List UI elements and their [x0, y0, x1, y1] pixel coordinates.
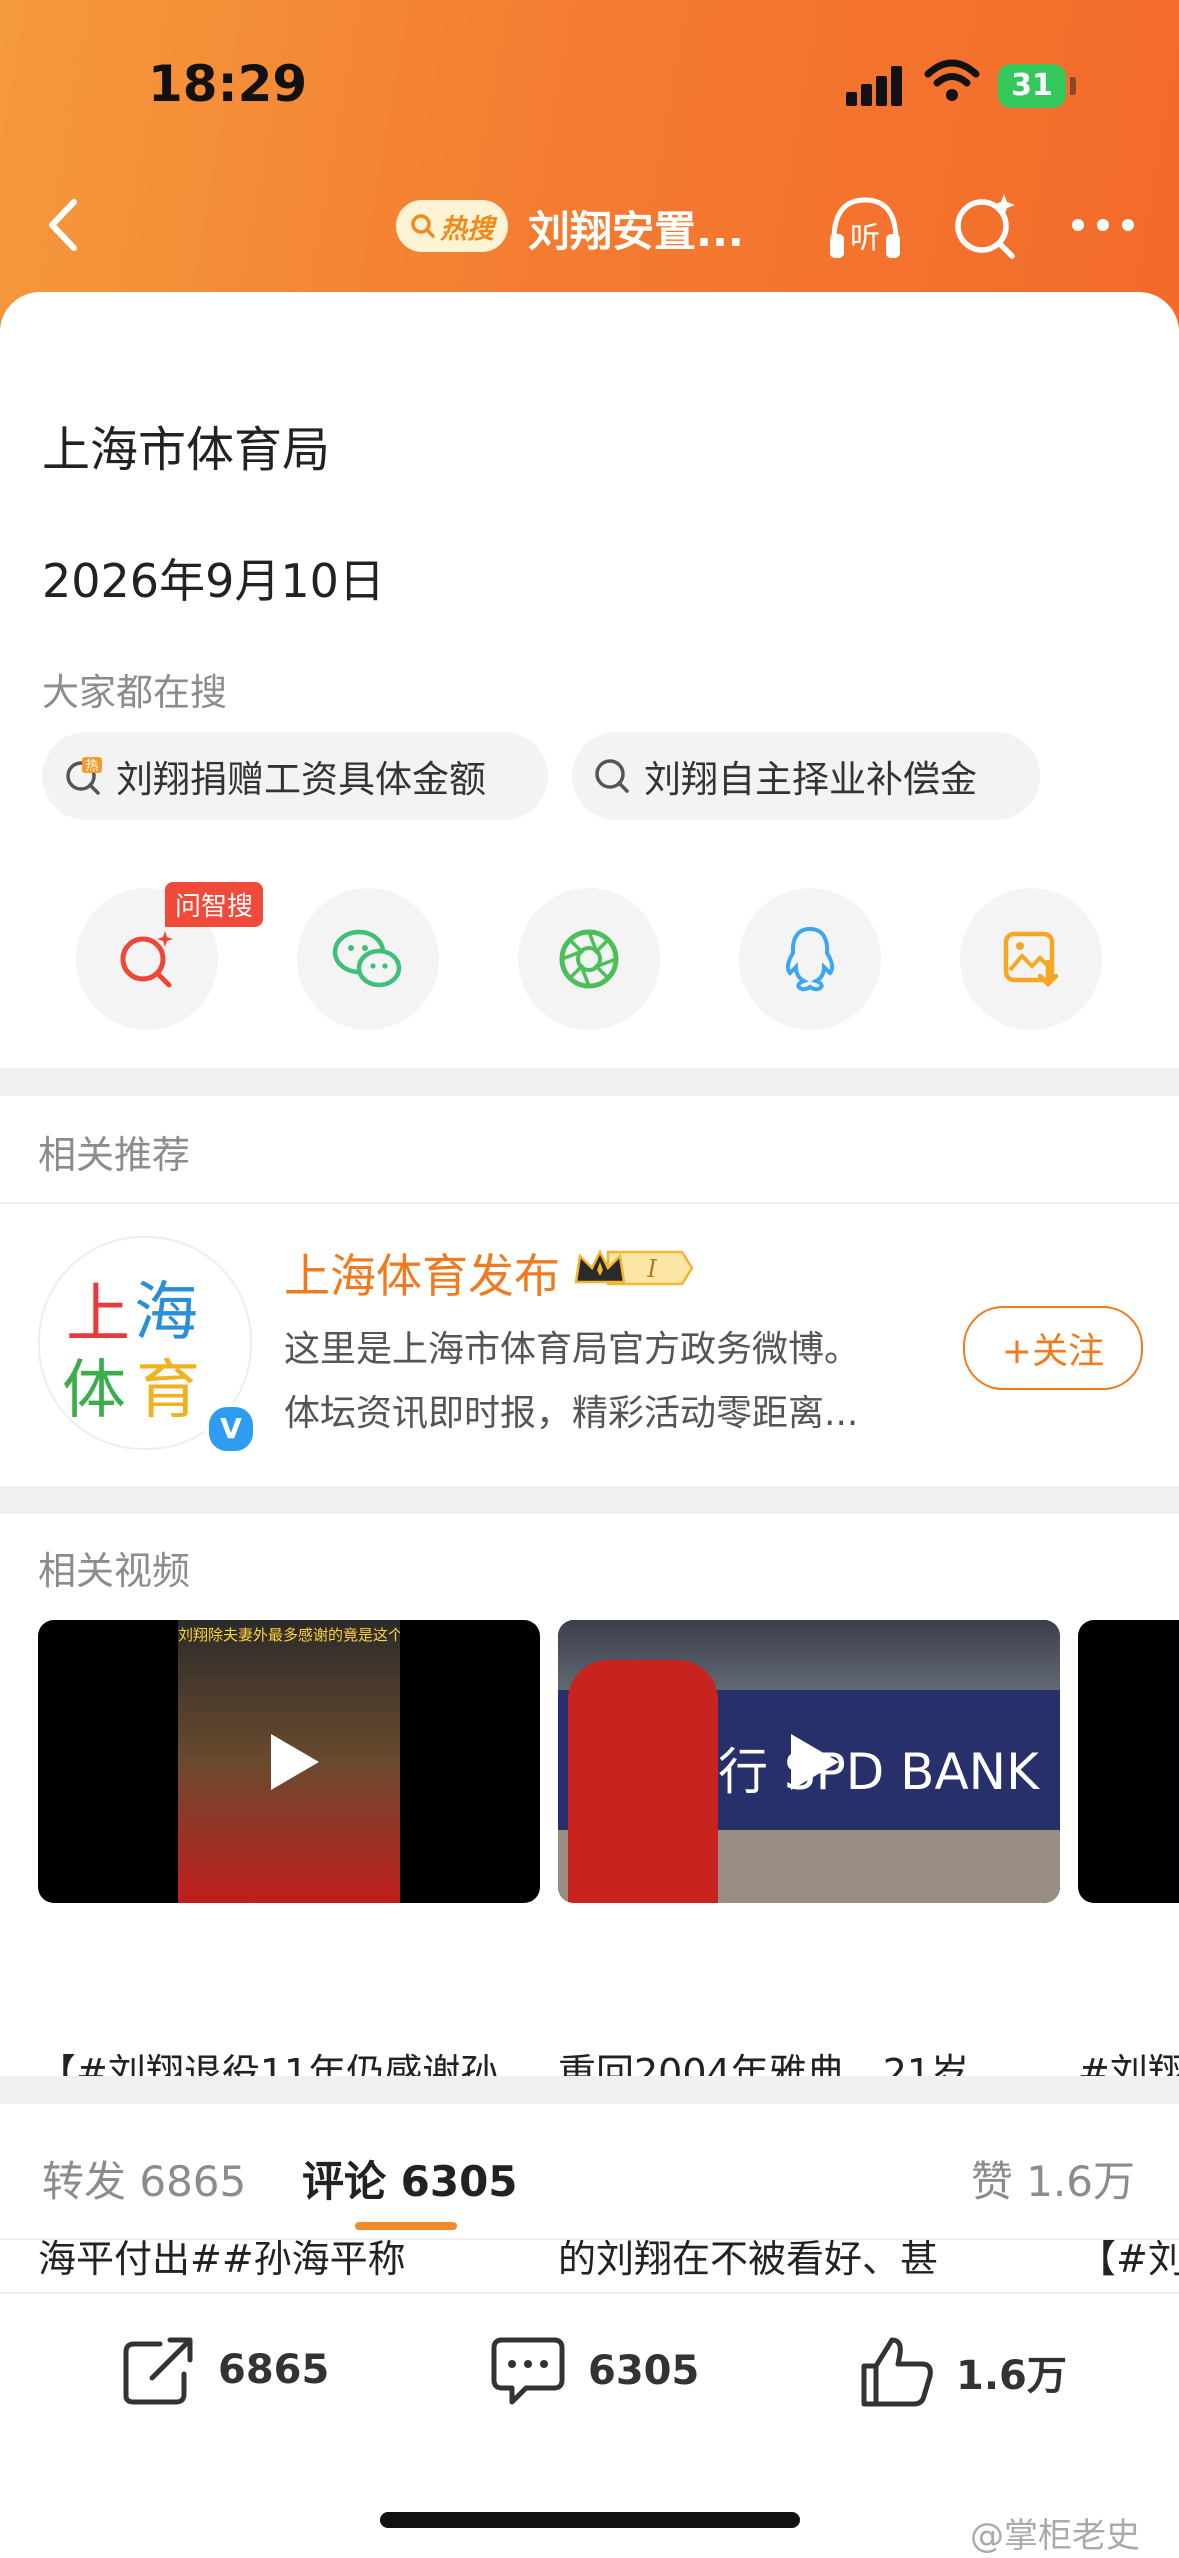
wechat-icon [332, 929, 402, 988]
moments-icon [559, 929, 619, 989]
divider-line [0, 1202, 1179, 1204]
wifi-icon [924, 59, 980, 101]
verified-badge: V [205, 1403, 257, 1455]
crown-level-icon: I [574, 1249, 694, 1286]
hot-search-badge[interactable]: 热搜 [396, 200, 508, 252]
repost-icon [123, 2337, 193, 2405]
tab-active-indicator [355, 2222, 457, 2230]
listen-icon[interactable]: 听 [822, 184, 908, 270]
follow-button[interactable]: +关注 [963, 1306, 1143, 1390]
hot-badge-label: 热搜 [440, 213, 494, 245]
svg-text:体: 体 [62, 1354, 126, 1428]
comment-icon [491, 2337, 565, 2405]
section-divider [0, 1068, 1179, 1096]
recommend-desc-line: 这里是上海市体育局官方政务微博。 [284, 1329, 861, 1370]
battery-tip [1070, 77, 1076, 95]
section-divider [0, 1486, 1179, 1514]
nav-title[interactable]: 刘翔安置... [528, 198, 744, 259]
battery-icon: 31 [998, 64, 1066, 108]
svg-text:听: 听 [850, 221, 880, 256]
recommend-desc-line: 体坛资讯即时报，精彩活动零距离... [284, 1393, 859, 1434]
recommend-description: 这里是上海市体育局官方政务微博。 体坛资讯即时报，精彩活动零距离... [284, 1318, 924, 1446]
tab-comment[interactable]: 评论 6305 [302, 2148, 518, 2209]
status-time: 18:29 [148, 55, 308, 113]
back-icon[interactable] [30, 190, 100, 260]
recommend-title: 相关推荐 [38, 1133, 191, 1177]
video-overlay-text: 刘翔除夫妻外最多感谢的竟是这个人 [178, 1626, 400, 1644]
home-indicator [380, 2512, 800, 2528]
svg-text:热: 热 [85, 759, 98, 774]
thumbs-up-icon [861, 2337, 933, 2407]
like-count: 1.6万 [956, 2353, 1067, 2399]
post-date: 2026年9月10日 [42, 554, 385, 608]
divider-line [0, 2238, 1179, 2240]
interaction-tabs: 转发 6865 评论 6305 赞 1.6万 [0, 2134, 1179, 2238]
more-icon[interactable] [1068, 210, 1138, 240]
hot-search-icon: 热 [66, 757, 102, 795]
watermark: @掌柜老史 [970, 2516, 1140, 2556]
ai-search-icon [120, 931, 173, 988]
like-button[interactable]: 1.6万 [858, 2334, 1067, 2410]
repost-count: 6865 [218, 2347, 330, 2393]
search-hint: 大家都在搜 [42, 671, 227, 714]
qq-icon [785, 926, 835, 992]
comment-count: 6305 [588, 2348, 700, 2394]
comment-button[interactable]: 6305 [488, 2334, 699, 2408]
search-icon [595, 759, 629, 793]
tab-repost[interactable]: 转发 6865 [42, 2148, 246, 2209]
tab-like[interactable]: 赞 1.6万 [971, 2148, 1135, 2209]
video-thumbnail-1[interactable]: 刘翔除夫妻外最多感谢的竟是这个人 [38, 1620, 540, 1903]
svg-text:上: 上 [66, 1278, 130, 1352]
svg-text:海: 海 [134, 1276, 198, 1350]
recommend-account-name[interactable]: 上海体育发布 [284, 1240, 560, 1306]
share-qq[interactable] [739, 888, 881, 1030]
search-icon [411, 214, 435, 238]
save-image-icon [1003, 931, 1059, 988]
play-icon [791, 1733, 839, 1790]
search-pill-2[interactable]: 刘翔自主择业补偿金 [572, 732, 1040, 820]
status-bar: 18:29 31 [0, 0, 1179, 170]
svg-text:育: 育 [136, 1354, 200, 1428]
search-pill-label: 刘翔捐赠工资具体金额 [116, 758, 486, 801]
video-thumbnail-3[interactable] [1078, 1620, 1179, 1903]
signal-icon [846, 66, 904, 106]
repost-button[interactable]: 6865 [120, 2334, 329, 2406]
video-overlay-text: 行 SPD BANK [718, 1743, 1039, 1801]
post-org: 上海市体育局 [42, 422, 331, 478]
nav-bar: 热搜 刘翔安置... 听 [0, 170, 1179, 290]
play-icon [271, 1733, 319, 1790]
search-pill-1[interactable]: 热 刘翔捐赠工资具体金额 [42, 732, 548, 820]
video-athlete [568, 1660, 718, 1903]
share-wechat[interactable] [297, 888, 439, 1030]
video-thumbnail-2[interactable]: 行 SPD BANK [558, 1620, 1060, 1903]
videos-title: 相关视频 [38, 1549, 191, 1593]
section-divider [0, 2076, 1179, 2104]
search-icon[interactable] [948, 188, 1024, 264]
battery-level: 31 [1011, 68, 1053, 103]
search-pill-label: 刘翔自主择业补偿金 [644, 758, 977, 801]
ai-search-tag: 问智搜 [165, 882, 264, 927]
share-moments[interactable] [518, 888, 660, 1030]
crown-level: I [646, 1255, 657, 1283]
share-save-image[interactable] [960, 888, 1102, 1030]
